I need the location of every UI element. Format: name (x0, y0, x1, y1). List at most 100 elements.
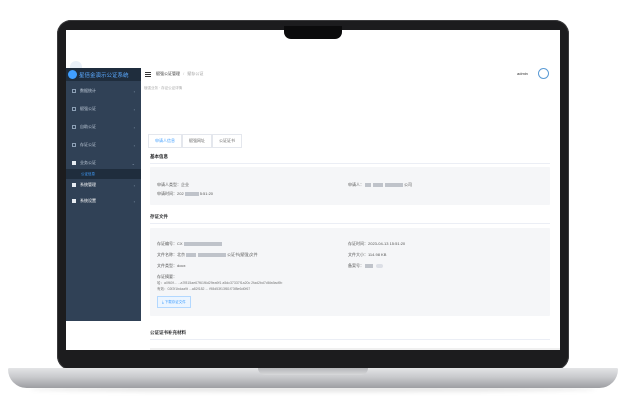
sidebar-item-evidence[interactable]: 存证公证 › (66, 139, 141, 151)
brand-bar[interactable]: 星倍金演示公证系统 (66, 68, 141, 81)
tab-bar: 申请人信息 赋强网址 公证证书 (148, 134, 242, 148)
sidebar-item-label: 自助公证 (80, 124, 96, 129)
laptop-base-notch (258, 368, 368, 375)
sidebar-item-label: 系统管理 (80, 182, 96, 187)
sidebar-item-label: 数据统计 (80, 88, 96, 93)
sidebar-item-self-service[interactable]: 自助公证 › (66, 121, 141, 133)
breadcrumb-current: 赋存公证 (187, 71, 204, 76)
archive-icon (72, 143, 76, 147)
sidebar-item-system[interactable]: 系统管理 › (66, 179, 141, 191)
download-evidence-button[interactable]: ⤓下载存证文件 (157, 296, 191, 308)
applicant-type-value: 企业 (181, 182, 189, 187)
evidence-time-value: 2023-04-13 15:51:20 (368, 241, 406, 246)
applicant-label: 申请人： (348, 182, 364, 187)
digest-label: 存证摘要： (157, 274, 177, 279)
hamburger-icon[interactable] (145, 72, 151, 77)
redacted-block (385, 182, 403, 187)
chart-icon (72, 89, 76, 93)
square-icon (72, 183, 76, 187)
redacted-block (198, 252, 226, 257)
app-title: 星倍金演示公证系统 (79, 72, 129, 79)
page-subtitle: 赋强业务 · 存证公证详情 (144, 86, 183, 90)
file-type-label: 文件类型： (157, 263, 177, 268)
tab-applicant[interactable]: 申请人信息 (148, 134, 182, 148)
sidebar-item-label: 赋强公证 (80, 106, 96, 111)
redacted-block (365, 182, 371, 187)
evidence-no-field: 存证编号：CX (157, 241, 223, 247)
digest-line-2: 有效：02f2f1bdaa9t ...a82f182 ... f98d53f13… (157, 287, 251, 291)
record-no-field: 备案号： (348, 263, 383, 269)
chevron-right-icon: › (133, 182, 135, 188)
supplement-card (150, 348, 560, 350)
sidebar-item-label: 系统设置 (80, 198, 96, 203)
applicant-type-label: 申请人类型： (157, 182, 181, 187)
supplement-title: 公证证书补充材料 (150, 330, 186, 335)
section-divider (150, 223, 550, 224)
chevron-right-icon: › (133, 124, 135, 130)
breadcrumb: 赋强公证管理 / 赋存公证 (156, 71, 203, 77)
user-name[interactable]: admin (517, 71, 528, 76)
download-icon: ⤓ (162, 299, 164, 304)
folder-icon (72, 125, 76, 129)
applicant-tail: 公司 (404, 182, 412, 187)
camera-notch (284, 26, 342, 39)
evidence-no-value: CX (177, 241, 183, 246)
section-divider (150, 163, 550, 164)
apply-time-field: 申请时间：202 5:51:20 (157, 191, 213, 197)
redacted-block (373, 182, 383, 187)
breadcrumb-root[interactable]: 赋强公证管理 (156, 71, 180, 76)
chevron-right-icon: › (133, 198, 135, 204)
basic-info-title: 基本信息 (150, 154, 168, 159)
sidebar-item-business[interactable]: 业务公证 ⌄ (66, 157, 141, 169)
file-name-tail: 公证书(赋强)文件 (227, 252, 258, 257)
digest-line-1: 哈：a0f60f... ...a7f815ae67f61f6d29ea9f1 a… (157, 281, 283, 285)
apply-time-label: 申请时间： (157, 191, 177, 196)
square-icon (72, 199, 76, 203)
chevron-right-icon: › (133, 88, 135, 94)
file-name-label: 文件名称： (157, 252, 177, 257)
document-icon (72, 107, 76, 111)
chevron-right-icon: › (133, 106, 135, 112)
evidence-title: 存证文件 (150, 214, 168, 219)
breadcrumb-separator: / (183, 71, 185, 76)
applicant-type-field: 申请人类型：企业 (157, 182, 189, 188)
sidebar-item-enforce[interactable]: 赋强公证 › (66, 103, 141, 115)
sidebar-item-label: 存证公证 (80, 142, 96, 147)
evidence-no-label: 存证编号： (157, 241, 177, 246)
digest-field: 存证摘要： (157, 274, 177, 280)
file-type-value: docx (177, 263, 186, 268)
evidence-time-label: 存证时间： (348, 241, 368, 246)
redacted-block (365, 263, 373, 268)
apply-time-value: 202 (177, 191, 184, 196)
sidebar-item-label: 业务公证 (80, 160, 96, 165)
apply-time-tail: 5:51:20 (199, 191, 214, 196)
download-label: 下载存证文件 (164, 300, 186, 304)
file-name-value: 北京 (177, 252, 185, 257)
avatar-icon[interactable] (538, 68, 549, 79)
sidebar-item-stats[interactable]: 数据统计 › (66, 85, 141, 97)
laptop-screen: 星倍金演示公证系统 赋强公证管理 / 赋存公证 admin 数据统计 › 赋强公… (66, 30, 560, 350)
section-divider (150, 339, 550, 340)
file-size-label: 文件大小： (348, 252, 368, 257)
file-name-field: 文件名称：北京 公证书(赋强)文件 (157, 252, 258, 258)
redacted-block (184, 191, 199, 196)
status-toggle[interactable] (376, 263, 383, 268)
square-icon (72, 161, 76, 165)
sidebar-subitem-info[interactable]: 公证信息 (66, 169, 141, 179)
record-no-label: 备案号： (348, 263, 364, 268)
chevron-down-icon: ⌄ (131, 160, 135, 166)
redacted-block (183, 241, 222, 246)
tab-certificate[interactable]: 公证证书 (212, 134, 242, 148)
sidebar-item-settings[interactable]: 系统设置 › (66, 195, 141, 207)
redacted-block (186, 252, 196, 257)
file-type-field: 文件类型：docx (157, 263, 185, 269)
sidebar: 数据统计 › 赋强公证 › 自助公证 › 存证公证 › 业务公证 ⌄ 公证信息 (66, 81, 141, 321)
sidebar-subitem-label: 公证信息 (81, 171, 95, 176)
applicant-field: 申请人： 公司 (348, 182, 412, 188)
file-size-value: 114.98 KB (368, 252, 387, 257)
tab-website[interactable]: 赋强网址 (182, 134, 212, 148)
evidence-time-field: 存证时间：2023-04-13 15:51:20 (348, 241, 405, 247)
file-size-field: 文件大小：114.98 KB (348, 252, 386, 258)
chevron-right-icon: › (133, 142, 135, 148)
logo-icon (68, 70, 77, 79)
